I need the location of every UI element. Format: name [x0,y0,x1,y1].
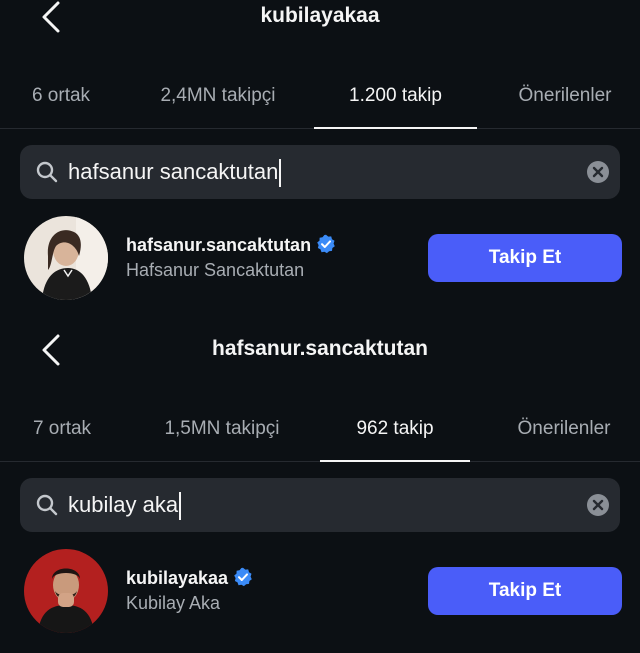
list-item[interactable]: hafsanur.sancaktutan Hafsanur Sancaktuta… [0,216,640,306]
list-item[interactable]: kubilayakaa Kubilay Aka Takip Et [0,549,640,639]
clear-circle-icon [592,166,604,178]
tab-followers[interactable]: 2,4MN takipçi [132,64,304,128]
search-icon [36,494,58,516]
avatar[interactable] [24,549,108,633]
full-name: Kubilay Aka [126,593,221,613]
verified-badge-icon [234,567,252,587]
tab-suggested[interactable]: Önerilenler [488,397,640,461]
followings-screen-kubilayakaa: kubilayakaa 6 ortak 2,4MN takipçi 1.200 … [0,0,640,320]
tab-following[interactable]: 1.200 takip [314,64,477,129]
tab-bar: 7 ortak 1,5MN takipçi 962 takip Önerilen… [0,397,640,462]
tab-mutual[interactable]: 6 ortak [0,64,122,128]
followings-screen-hafsanur: hafsanur.sancaktutan 7 ortak 1,5MN takip… [0,333,640,653]
tab-bar: 6 ortak 2,4MN takipçi 1.200 takip Öneril… [0,64,640,129]
tab-followers[interactable]: 1,5MN takipçi [142,397,302,461]
profile-photo-icon [24,216,108,300]
tab-mutual[interactable]: 7 ortak [0,397,124,461]
search-query: kubilay aka [68,478,182,532]
tab-suggested[interactable]: Önerilenler [490,64,640,128]
search-icon [36,161,58,183]
clear-search-button[interactable] [587,494,609,516]
tab-following[interactable]: 962 takip [320,397,470,462]
username[interactable]: hafsanur.sancaktutan [126,234,336,256]
search-input[interactable]: kubilay aka [20,478,620,532]
search-input[interactable]: hafsanur sancaktutan [20,145,620,199]
page-title: kubilayakaa [260,4,380,27]
avatar[interactable] [24,216,108,300]
page-title: hafsanur.sancaktutan [212,337,428,360]
search-query: hafsanur sancaktutan [68,145,282,199]
clear-circle-icon [592,499,604,511]
username[interactable]: kubilayakaa [126,567,253,589]
clear-search-button[interactable] [587,161,609,183]
verified-badge-icon [317,234,335,254]
profile-photo-icon [24,549,108,633]
follow-button[interactable]: Takip Et [428,234,622,282]
full-name: Hafsanur Sancaktutan [126,260,305,280]
follow-button[interactable]: Takip Et [428,567,622,615]
